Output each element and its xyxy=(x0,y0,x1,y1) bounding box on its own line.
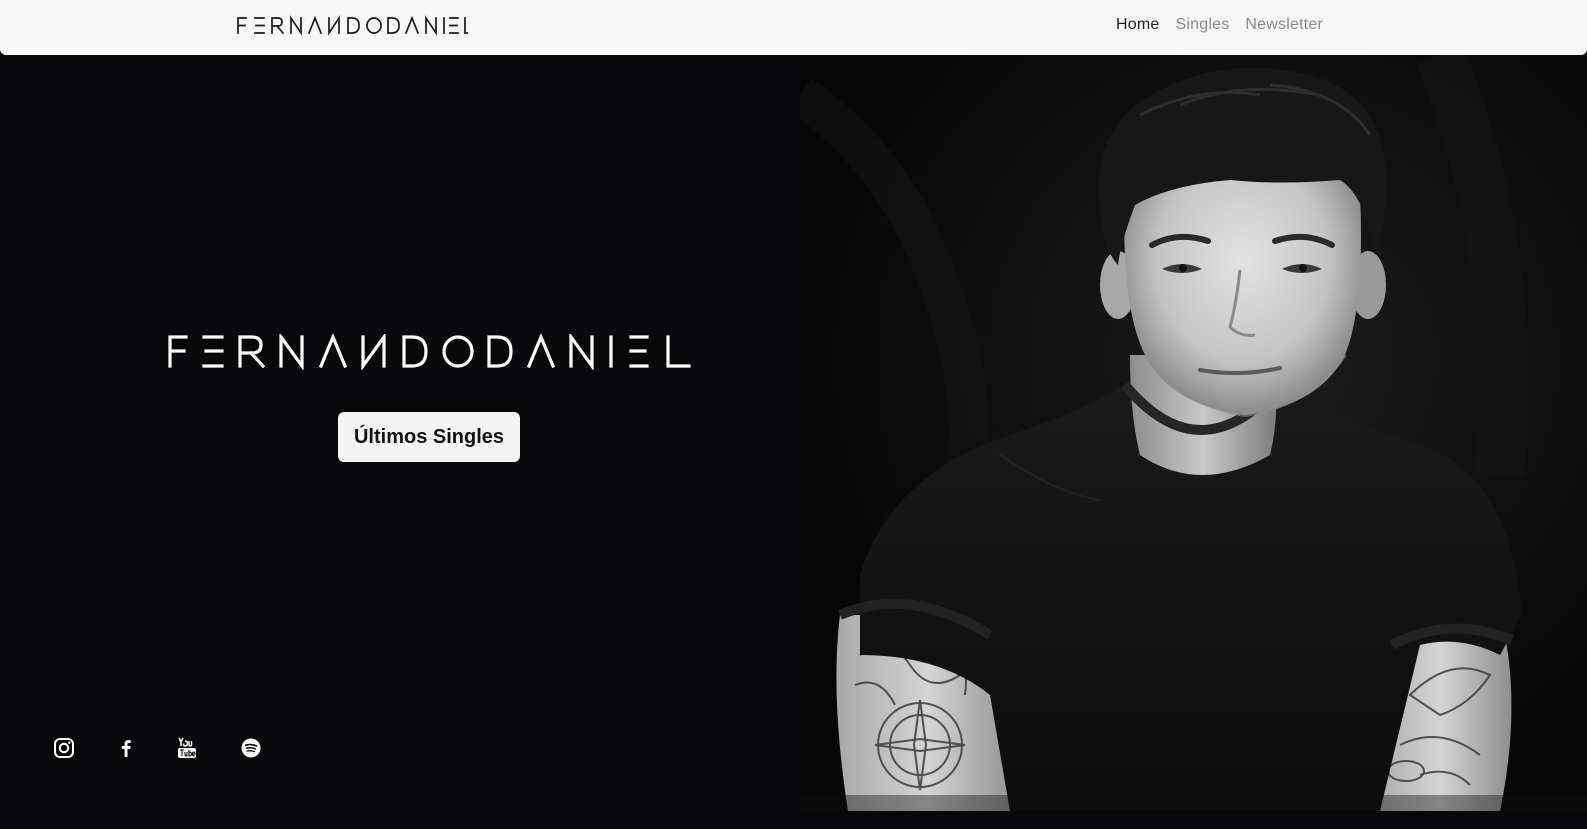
facebook-icon[interactable] xyxy=(114,736,138,760)
latest-singles-button[interactable]: Últimos Singles xyxy=(338,412,520,462)
instagram-icon[interactable] xyxy=(52,736,76,760)
youtube-icon[interactable] xyxy=(175,736,199,760)
nav-links: Home Singles Newsletter xyxy=(1116,16,1323,34)
navbar: Home Singles Newsletter xyxy=(0,0,1587,55)
spotify-icon[interactable] xyxy=(239,736,263,760)
hero-logo xyxy=(168,334,691,370)
nav-home[interactable]: Home xyxy=(1116,16,1159,34)
brand-logo[interactable] xyxy=(236,15,468,37)
page: Home Singles Newsletter Últimos Singles xyxy=(0,0,1587,829)
nav-singles[interactable]: Singles xyxy=(1176,16,1230,34)
artist-portrait-photo xyxy=(800,55,1587,811)
nav-newsletter[interactable]: Newsletter xyxy=(1245,16,1323,34)
